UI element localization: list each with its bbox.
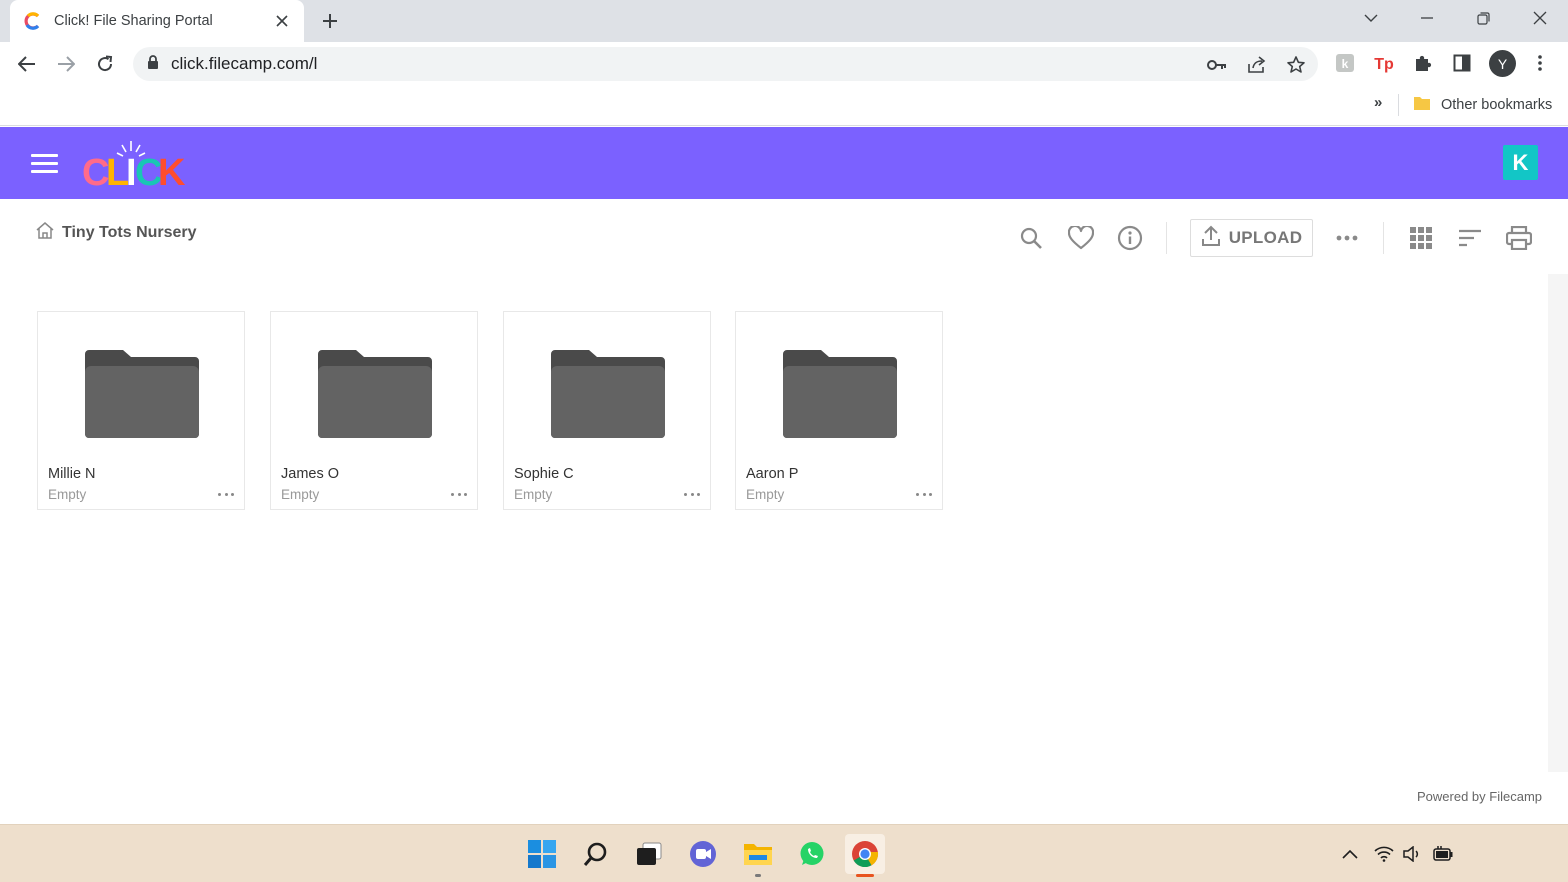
close-tab-icon[interactable] — [272, 11, 292, 31]
folder-more-icon[interactable] — [684, 488, 700, 500]
whatsapp-icon[interactable] — [792, 834, 832, 874]
folder-icon — [318, 350, 432, 438]
svg-text:K: K — [158, 152, 186, 189]
search-icon[interactable] — [576, 834, 616, 874]
folder-name: Sophie C — [514, 466, 574, 482]
bookmarks-divider — [1398, 94, 1399, 116]
menu-icon[interactable] — [31, 154, 58, 174]
file-explorer-icon[interactable] — [738, 834, 778, 877]
breadcrumb-label: Tiny Tots Nursery — [62, 224, 197, 241]
folder-status: Empty — [48, 487, 87, 502]
battery-icon[interactable] — [1432, 843, 1454, 865]
browser-toolbar: click.filecamp.com/l k Tp Y — [0, 42, 1568, 86]
tab-title: Click! File Sharing Portal — [54, 13, 213, 29]
taskbar — [0, 824, 1568, 882]
other-bookmarks-label: Other bookmarks — [1441, 97, 1553, 113]
browser-tab-strip: Click! File Sharing Portal — [0, 0, 1568, 42]
bookmarks-overflow-button[interactable]: » — [1374, 94, 1382, 111]
url-text: click.filecamp.com/l — [171, 54, 318, 73]
svg-text:k: k — [1342, 57, 1349, 71]
folder-card[interactable]: Aaron P Empty — [735, 311, 943, 510]
new-tab-icon[interactable] — [318, 9, 342, 33]
forward-icon[interactable] — [52, 50, 80, 78]
home-icon — [36, 222, 54, 244]
folder-name: Aaron P — [746, 466, 799, 482]
breadcrumb[interactable]: Tiny Tots Nursery — [36, 222, 197, 244]
minimize-icon[interactable] — [1412, 6, 1442, 30]
side-panel-icon[interactable] — [1450, 51, 1474, 75]
volume-icon[interactable] — [1401, 843, 1423, 865]
lock-icon — [147, 54, 159, 74]
sort-icon[interactable] — [1456, 224, 1484, 252]
extension-tp-icon[interactable]: Tp — [1372, 51, 1396, 75]
toolbar-divider — [1166, 222, 1167, 254]
app-header: C L I C K K — [0, 127, 1568, 199]
share-icon[interactable] — [1246, 54, 1268, 76]
folder-card[interactable]: Millie N Empty — [37, 311, 245, 510]
folder-more-icon[interactable] — [451, 488, 467, 500]
extensions-puzzle-icon[interactable] — [1411, 51, 1435, 75]
chevron-up-icon[interactable] — [1339, 843, 1361, 865]
folder-status: Empty — [514, 487, 553, 502]
print-icon[interactable] — [1505, 224, 1533, 252]
active-indicator — [856, 874, 874, 877]
folder-card[interactable]: Sophie C Empty — [503, 311, 711, 510]
toolbar-divider — [1383, 222, 1384, 254]
upload-button[interactable]: UPLOAD — [1190, 219, 1313, 257]
heart-icon[interactable] — [1067, 224, 1095, 252]
folder-icon — [783, 350, 897, 438]
folder-more-icon[interactable] — [916, 488, 932, 500]
click-favicon-icon — [24, 12, 42, 30]
restore-icon[interactable] — [1468, 6, 1498, 30]
address-bar[interactable]: click.filecamp.com/l — [133, 47, 1318, 81]
folder-icon — [85, 350, 199, 438]
profile-avatar[interactable]: Y — [1489, 50, 1516, 77]
folder-more-icon[interactable] — [218, 488, 234, 500]
profile-initial: Y — [1497, 55, 1508, 72]
click-logo[interactable]: C L I C K — [82, 139, 186, 194]
folder-icon — [551, 350, 665, 438]
grid-view-icon[interactable] — [1407, 224, 1435, 252]
extension-k-icon[interactable]: k — [1333, 51, 1357, 75]
info-icon[interactable] — [1116, 224, 1144, 252]
bookmarks-bar: » Other bookmarks — [0, 86, 1568, 126]
folder-name: James O — [281, 466, 340, 482]
browser-menu-icon[interactable] — [1528, 51, 1552, 75]
bookmark-star-icon[interactable] — [1285, 54, 1307, 76]
tab-search-chevron-icon[interactable] — [1356, 6, 1386, 30]
more-icon[interactable] — [1333, 224, 1361, 252]
chrome-icon[interactable] — [845, 834, 885, 877]
folder-name: Millie N — [48, 466, 96, 482]
back-icon[interactable] — [13, 50, 41, 78]
scrollbar[interactable] — [1548, 274, 1568, 772]
upload-label: UPLOAD — [1228, 228, 1303, 247]
running-indicator — [755, 874, 761, 877]
user-avatar[interactable]: K — [1503, 145, 1538, 180]
password-key-icon[interactable] — [1206, 54, 1228, 76]
browser-tab[interactable]: Click! File Sharing Portal — [10, 0, 304, 42]
upload-icon — [1201, 225, 1221, 252]
task-view-icon[interactable] — [629, 834, 669, 874]
search-icon[interactable] — [1017, 224, 1045, 252]
windows-start-icon[interactable] — [522, 834, 562, 874]
close-window-icon[interactable] — [1525, 6, 1555, 30]
other-bookmarks-button[interactable]: Other bookmarks — [1413, 92, 1552, 118]
folder-status: Empty — [281, 487, 320, 502]
video-call-icon[interactable] — [683, 834, 723, 874]
wifi-icon[interactable] — [1373, 843, 1395, 865]
svg-text:Tp: Tp — [1374, 56, 1394, 73]
reload-icon[interactable] — [91, 50, 119, 78]
powered-by-link[interactable]: Powered by Filecamp — [1417, 789, 1542, 804]
folder-status: Empty — [746, 487, 785, 502]
folder-icon — [1413, 95, 1431, 115]
folder-card[interactable]: James O Empty — [270, 311, 478, 510]
